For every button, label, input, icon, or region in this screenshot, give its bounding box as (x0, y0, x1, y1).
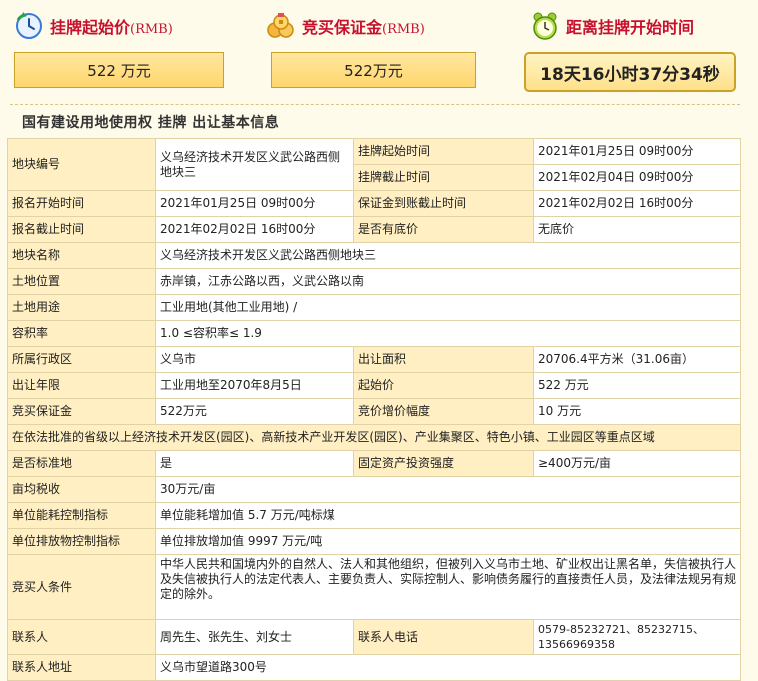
phone-label: 联系人电话 (353, 619, 534, 655)
plot-no-value: 义乌经济技术开发区义武公路西侧地块三 (155, 138, 354, 191)
deposit-header: 竞买保证金(RMB) (266, 10, 425, 42)
listing-start-label: 挂牌起始时间 (353, 138, 534, 165)
listing-end-value: 2021年02月04日 09时00分 (533, 164, 741, 191)
increment-label: 竞价增价幅度 (353, 398, 534, 425)
divider (10, 104, 740, 105)
term-label: 出让年限 (7, 372, 156, 399)
reserve-label: 是否有底价 (353, 216, 534, 243)
energy-value: 单位能耗增加值 5.7 万元/吨标煤 (155, 502, 741, 529)
table-row: 是否标准地 是 固定资产投资强度 ≥400万元/亩 (7, 450, 741, 477)
plot-no-label: 地块编号 (7, 138, 156, 191)
start-price-summary: 挂牌起始价(RMB) 522 万元 (14, 0, 224, 100)
table-row: 联系人 周先生、张先生、刘女士 联系人电话 0579-85232721、8523… (7, 619, 741, 655)
section-title: 国有建设用地使用权 挂牌 出让基本信息 (22, 115, 280, 131)
table-row: 单位排放物控制指标 单位排放增加值 9997 万元/吨 (7, 528, 741, 555)
zone-note: 在依法批准的省级以上经济技术开发区(园区)、高新技术产业开发区(园区)、产业集聚… (7, 424, 741, 451)
tax-label: 亩均税收 (7, 476, 156, 503)
countdown-title: 距离挂牌开始时间 (566, 18, 695, 37)
reg-end-value: 2021年02月02日 16时00分 (155, 216, 354, 243)
far-label: 容积率 (7, 320, 156, 347)
contact-value: 周先生、张先生、刘女士 (155, 619, 354, 655)
standard-label: 是否标准地 (7, 450, 156, 477)
address-label: 联系人地址 (7, 654, 156, 681)
use-label: 土地用途 (7, 294, 156, 321)
bidder-label: 竞买人条件 (7, 554, 156, 620)
deposit-title: 竞买保证金(RMB) (302, 18, 425, 37)
table-row: 地块编号 义乌经济技术开发区义武公路西侧地块三 挂牌起始时间 2021年01月2… (7, 138, 741, 191)
table-row: 所属行政区 义乌市 出让面积 20706.4平方米（31.06亩） (7, 346, 741, 373)
start-price-cell: 522 万元 (533, 372, 741, 399)
table-row: 报名开始时间 2021年01月25日 09时00分 保证金到账截止时间 2021… (7, 190, 741, 217)
start-price-header: 挂牌起始价(RMB) (14, 10, 173, 42)
table-row: 地块名称 义乌经济技术开发区义武公路西侧地块三 (7, 242, 741, 269)
district-label: 所属行政区 (7, 346, 156, 373)
alarm-clock-icon (530, 11, 560, 41)
start-price-value: 522 万元 (14, 52, 224, 88)
table-row: 竞买人条件 中华人民共和国境内外的自然人、法人和其他组织，但被列入义乌市土地、矿… (7, 554, 741, 620)
bid-deposit-value: 522万元 (155, 398, 354, 425)
table-row: 土地位置 赤岸镇，江赤公路以西，义武公路以南 (7, 268, 741, 295)
coins-icon (266, 11, 296, 41)
table-row: 单位能耗控制指标 单位能耗增加值 5.7 万元/吨标煤 (7, 502, 741, 529)
reg-start-value: 2021年01月25日 09时00分 (155, 190, 354, 217)
start-price-label: 起始价 (353, 372, 534, 399)
countdown-value: 18天16小时37分34秒 (524, 52, 736, 92)
deposit-value: 522万元 (271, 52, 476, 88)
plot-name-label: 地块名称 (7, 242, 156, 269)
deposit-deadline-value: 2021年02月02日 16时00分 (533, 190, 741, 217)
deposit-deadline-label: 保证金到账截止时间 (353, 190, 534, 217)
reg-end-label: 报名截止时间 (7, 216, 156, 243)
table-row: 在依法批准的省级以上经济技术开发区(园区)、高新技术产业开发区(园区)、产业集聚… (7, 424, 741, 451)
plot-name-value: 义乌经济技术开发区义武公路西侧地块三 (155, 242, 741, 269)
reserve-value: 无底价 (533, 216, 741, 243)
location-value: 赤岸镇，江赤公路以西，义武公路以南 (155, 268, 741, 295)
use-value: 工业用地(其他工业用地) / (155, 294, 741, 321)
page: 挂牌起始价(RMB) 522 万元 竞买保证金(RMB) 522万元 距离挂牌开… (0, 0, 758, 681)
area-value: 20706.4平方米（31.06亩） (533, 346, 741, 373)
emission-label: 单位排放物控制指标 (7, 528, 156, 555)
table-row: 报名截止时间 2021年02月02日 16时00分 是否有底价 无底价 (7, 216, 741, 243)
table-row: 联系人地址 义乌市望道路300号 (7, 654, 741, 681)
phone-value: 0579-85232721、85232715、13566969358 (533, 619, 741, 655)
listing-start-value: 2021年01月25日 09时00分 (533, 138, 741, 165)
table-row: 竞买保证金 522万元 竞价增价幅度 10 万元 (7, 398, 741, 425)
district-value: 义乌市 (155, 346, 354, 373)
countdown-summary: 距离挂牌开始时间 18天16小时37分34秒 (524, 0, 738, 100)
table-row: 容积率 1.0 ≤容积率≤ 1.9 (7, 320, 741, 347)
listing-end-label: 挂牌截止时间 (353, 164, 534, 191)
term-value: 工业用地至2070年8月5日 (155, 372, 354, 399)
auction-summary: 挂牌起始价(RMB) 522 万元 竞买保证金(RMB) 522万元 距离挂牌开… (0, 0, 758, 100)
emission-value: 单位排放增加值 9997 万元/吨 (155, 528, 741, 555)
far-value: 1.0 ≤容积率≤ 1.9 (155, 320, 741, 347)
location-label: 土地位置 (7, 268, 156, 295)
address-value: 义乌市望道路300号 (155, 654, 741, 681)
contact-label: 联系人 (7, 619, 156, 655)
countdown-header: 距离挂牌开始时间 (530, 10, 694, 42)
land-info-table: 地块编号 义乌经济技术开发区义武公路西侧地块三 挂牌起始时间 2021年01月2… (7, 138, 741, 681)
clock-refresh-icon (14, 11, 44, 41)
table-row: 亩均税收 30万元/亩 (7, 476, 741, 503)
standard-value: 是 (155, 450, 354, 477)
energy-label: 单位能耗控制指标 (7, 502, 156, 529)
deposit-summary: 竞买保证金(RMB) 522万元 (266, 0, 476, 100)
table-row: 出让年限 工业用地至2070年8月5日 起始价 522 万元 (7, 372, 741, 399)
tax-value: 30万元/亩 (155, 476, 741, 503)
fixed-invest-value: ≥400万元/亩 (533, 450, 741, 477)
area-label: 出让面积 (353, 346, 534, 373)
bid-deposit-label: 竞买保证金 (7, 398, 156, 425)
reg-start-label: 报名开始时间 (7, 190, 156, 217)
start-price-title: 挂牌起始价(RMB) (50, 18, 173, 37)
bidder-value: 中华人民共和国境内外的自然人、法人和其他组织，但被列入义乌市土地、矿业权出让黑名… (155, 554, 741, 620)
increment-value: 10 万元 (533, 398, 741, 425)
table-row: 土地用途 工业用地(其他工业用地) / (7, 294, 741, 321)
fixed-invest-label: 固定资产投资强度 (353, 450, 534, 477)
